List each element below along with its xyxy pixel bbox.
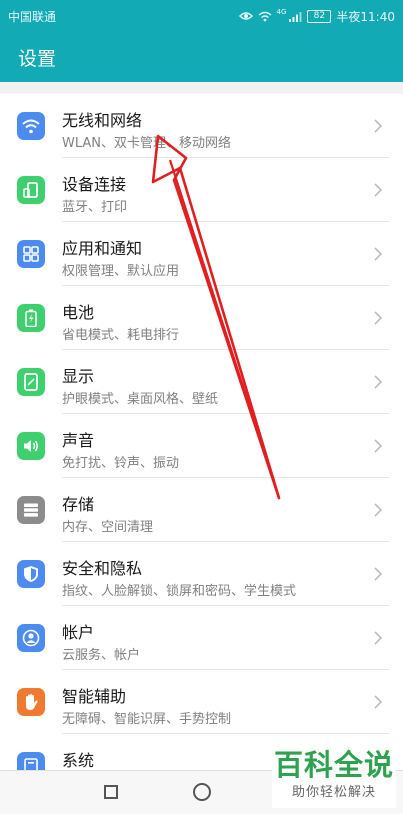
item-title: 显示: [62, 367, 95, 386]
chevron-right-icon: [374, 695, 383, 709]
item-title: 应用和通知: [62, 239, 143, 258]
page-title: 设置: [18, 47, 57, 70]
settings-item-display[interactable]: 显示 护眼模式、桌面风格、壁纸: [0, 350, 403, 414]
item-title: 设备连接: [62, 175, 127, 194]
recents-button[interactable]: [104, 785, 118, 799]
chevron-right-icon: [374, 439, 383, 453]
settings-item-sound[interactable]: 声音 免打扰、铃声、振动: [0, 414, 403, 478]
account-icon: [17, 624, 45, 652]
network-badge: 4G: [276, 7, 287, 16]
cell-signal-icon: [289, 11, 302, 22]
settings-item-device-connection[interactable]: 设备连接 蓝牙、打印: [0, 158, 403, 222]
status-bar: 中国联通 4G 82 半夜11:40: [0, 0, 403, 32]
chevron-right-icon: [374, 567, 383, 581]
item-title: 智能辅助: [62, 687, 127, 706]
settings-item-smart-assistance[interactable]: 智能辅助 无障碍、智能识屏、手势控制: [0, 670, 403, 734]
item-subtitle: 云服务、帐户: [62, 648, 141, 663]
watermark-subtitle: 助你轻松解决: [291, 785, 376, 800]
settings-item-account[interactable]: 帐户 云服务、帐户: [0, 606, 403, 670]
item-subtitle: 护眼模式、桌面风格、壁纸: [62, 392, 219, 407]
item-title: 帐户: [62, 623, 95, 642]
watermark: 百科全说 助你轻松解决: [272, 748, 396, 808]
chevron-right-icon: [374, 183, 383, 197]
eye-icon: [238, 12, 253, 20]
chevron-right-icon: [374, 375, 383, 389]
settings-list: 无线和网络 WLAN、双卡管理、移动网络 设备连接 蓝牙、打印 应用和通知 权限…: [0, 94, 403, 770]
status-time: 半夜11:40: [336, 9, 395, 24]
wifi-signal-icon: [258, 11, 271, 21]
carrier-label: 中国联通: [8, 9, 57, 24]
wifi-icon: [17, 112, 45, 140]
chevron-right-icon: [374, 119, 383, 133]
system-icon: [17, 752, 45, 770]
settings-item-battery[interactable]: 电池 省电模式、耗电排行: [0, 286, 403, 350]
item-subtitle: 内存、空间清理: [62, 520, 154, 535]
settings-item-security-privacy[interactable]: 安全和隐私 指纹、人脸解锁、锁屏和密码、学生模式: [0, 542, 403, 606]
chevron-right-icon: [374, 631, 383, 645]
chevron-right-icon: [374, 311, 383, 325]
storage-icon: [17, 496, 45, 524]
item-title: 安全和隐私: [62, 559, 143, 578]
settings-item-apps-notifications[interactable]: 应用和通知 权限管理、默认应用: [0, 222, 403, 286]
watermark-title: 百科全说: [273, 750, 394, 782]
chevron-right-icon: [374, 247, 383, 261]
item-title: 系统: [62, 751, 95, 770]
device-connection-icon: [17, 176, 45, 204]
item-subtitle: 指纹、人脸解锁、锁屏和密码、学生模式: [62, 584, 297, 599]
sound-icon: [17, 432, 45, 460]
item-title: 存储: [62, 495, 95, 514]
status-icons: 4G 82 半夜11:40: [238, 7, 395, 25]
item-title: 电池: [62, 303, 95, 322]
hand-icon: [17, 688, 45, 716]
battery-indicator: 82: [307, 9, 332, 23]
item-subtitle: 无障碍、智能识屏、手势控制: [62, 712, 232, 727]
settings-item-wireless-network[interactable]: 无线和网络 WLAN、双卡管理、移动网络: [0, 94, 403, 158]
settings-item-storage[interactable]: 存储 内存、空间清理: [0, 478, 403, 542]
item-title: 声音: [62, 431, 95, 450]
item-subtitle: 省电模式、耗电排行: [62, 328, 180, 343]
app-bar: 设置: [0, 32, 403, 82]
item-title: 无线和网络: [62, 111, 143, 130]
display-icon: [17, 368, 45, 396]
item-subtitle: WLAN、双卡管理、移动网络: [62, 136, 232, 151]
item-subtitle: 蓝牙、打印: [62, 200, 128, 215]
item-subtitle: 权限管理、默认应用: [62, 264, 180, 279]
shield-icon: [17, 560, 45, 588]
chevron-right-icon: [374, 503, 383, 517]
home-button[interactable]: [193, 783, 211, 801]
item-subtitle: 免打扰、铃声、振动: [62, 456, 180, 471]
battery-icon: [17, 304, 45, 332]
apps-icon: [17, 240, 45, 268]
